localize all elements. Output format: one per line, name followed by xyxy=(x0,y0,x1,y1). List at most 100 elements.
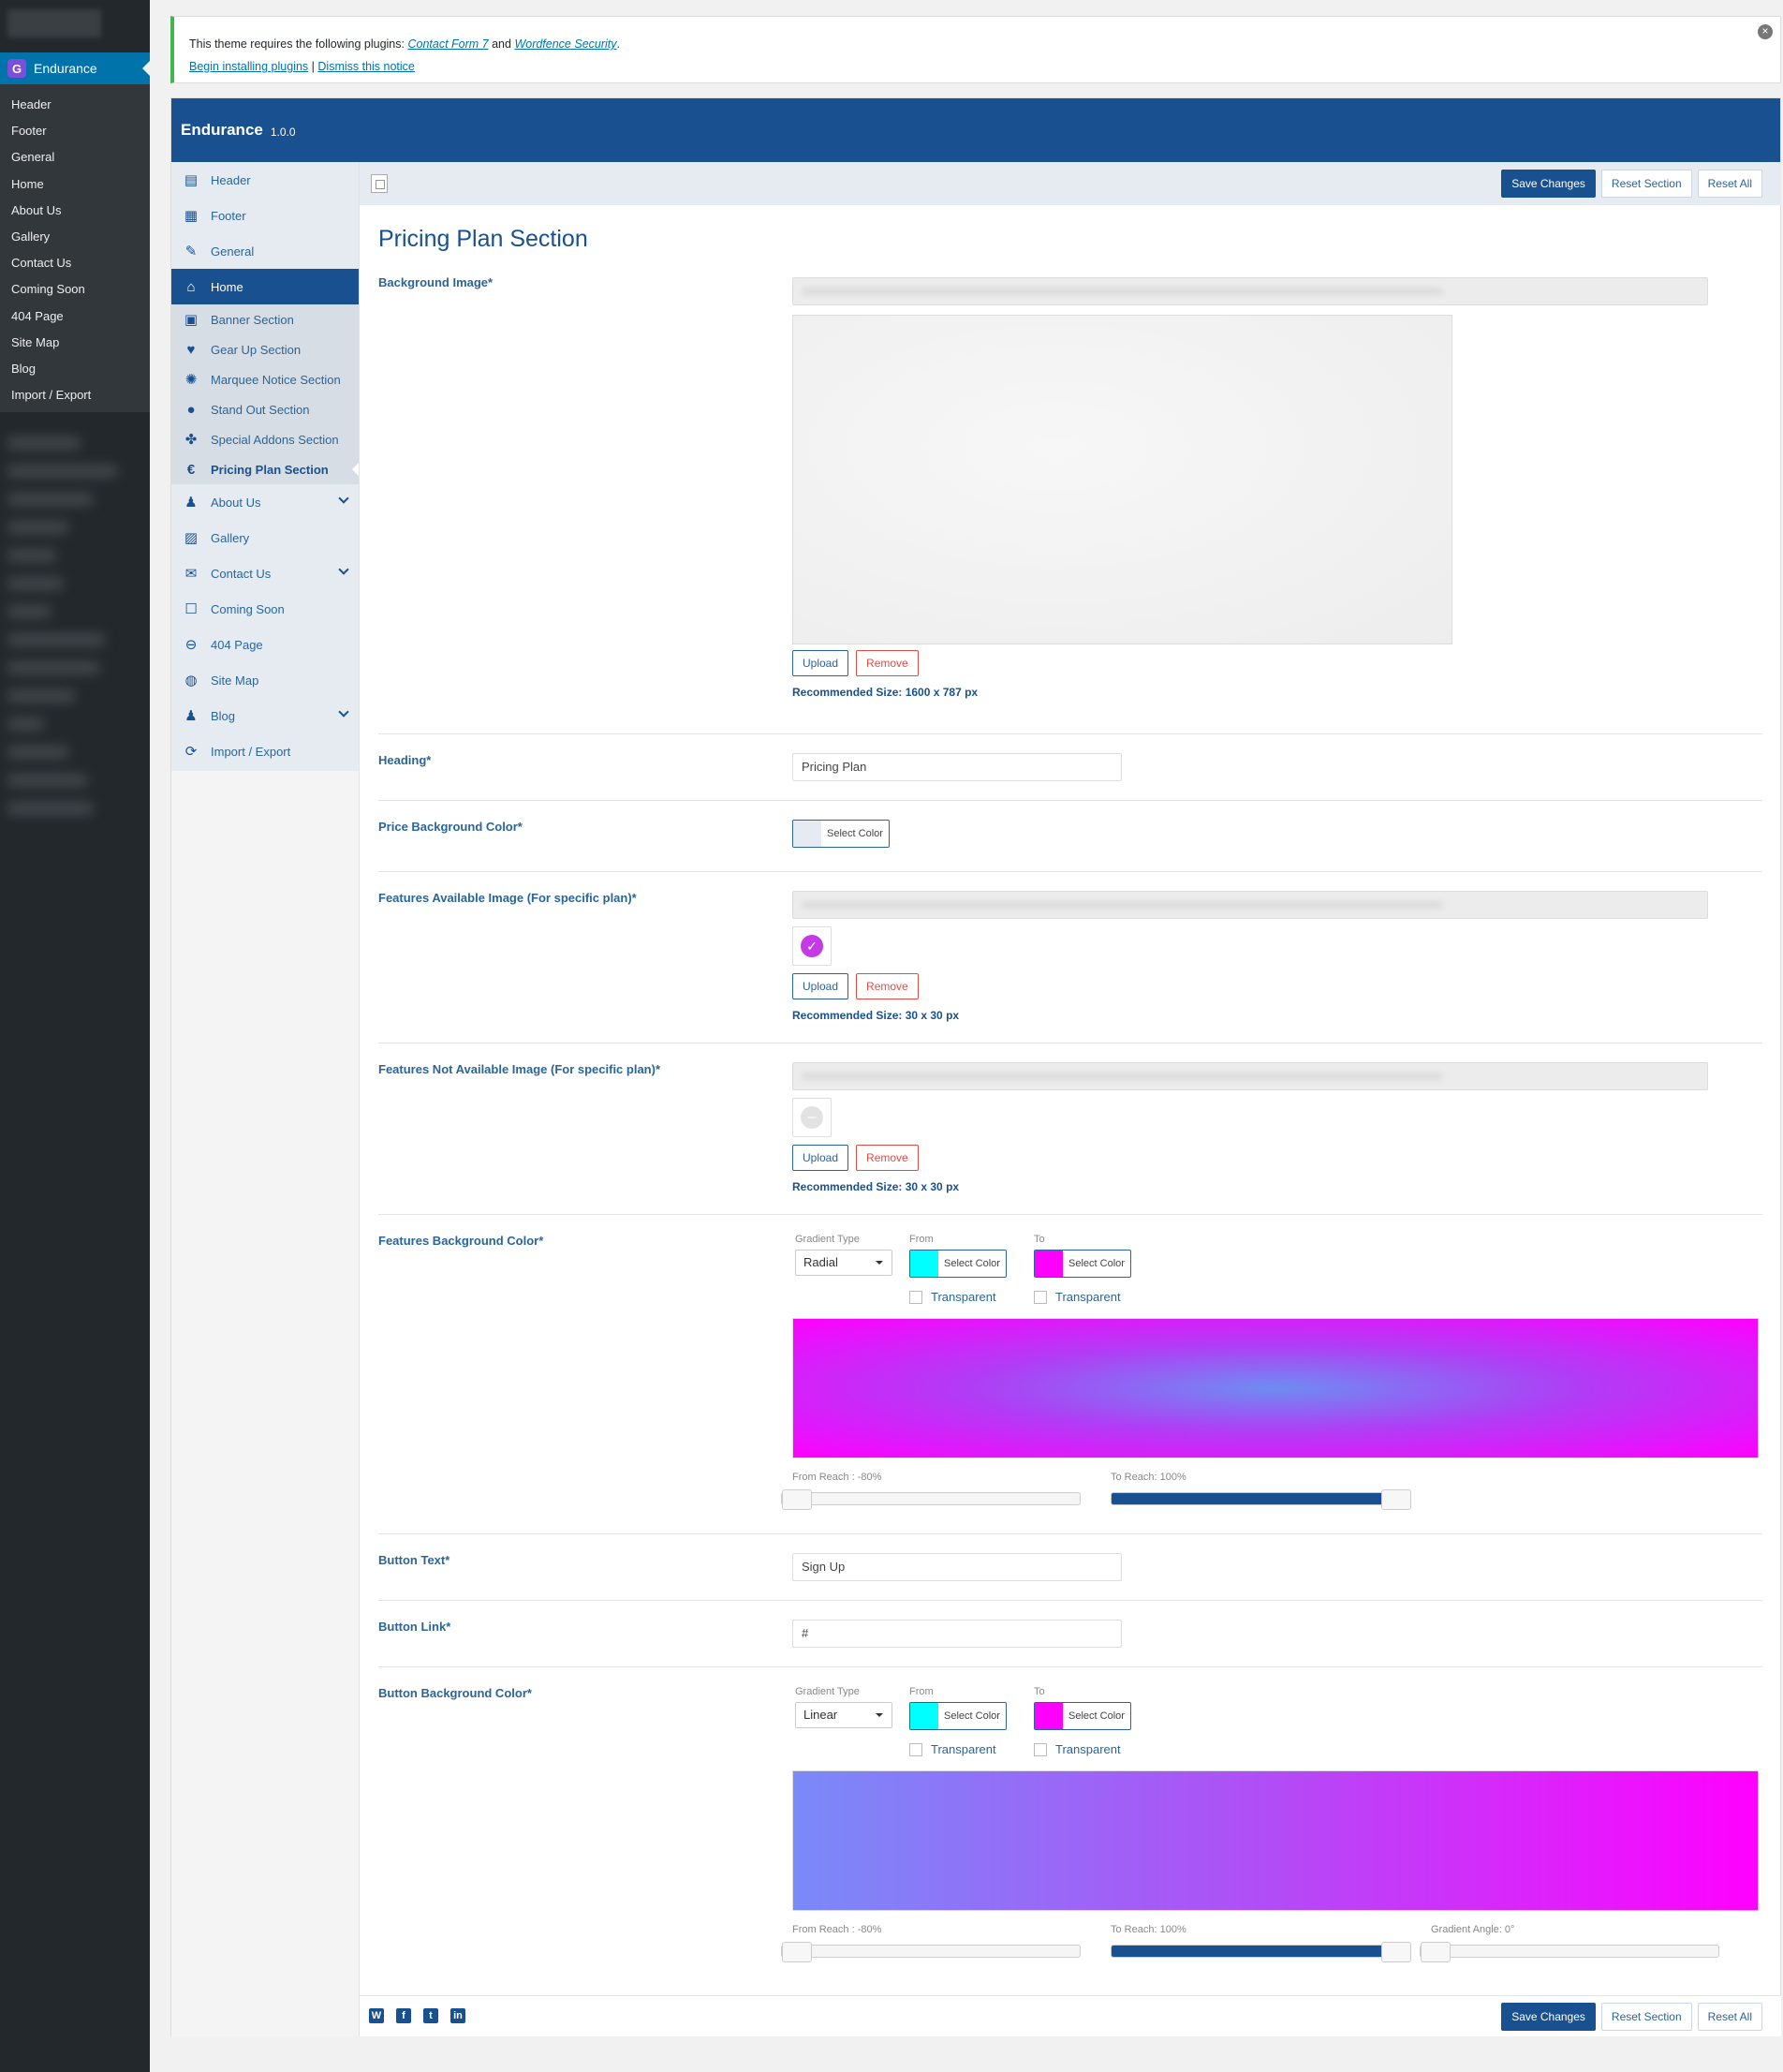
slider-handle[interactable] xyxy=(782,1941,812,1962)
from-reach-slider[interactable] xyxy=(781,1488,1081,1510)
field-label: Background Image* xyxy=(378,275,494,289)
dismiss-notice-link[interactable]: Dismiss this notice xyxy=(317,60,415,73)
nav-gallery[interactable]: ▨ Gallery xyxy=(171,520,359,555)
wp-sub-general[interactable]: General xyxy=(0,144,150,170)
to-label: To xyxy=(1034,1686,1045,1697)
reset-section-button[interactable]: Reset Section xyxy=(1600,170,1692,198)
wp-menu-endurance[interactable]: G Endurance xyxy=(0,52,150,84)
notice-plugin-link-wordfence[interactable]: Wordfence Security xyxy=(514,37,616,51)
heading-input[interactable]: Pricing Plan xyxy=(792,753,1122,781)
wp-sub-404[interactable]: 404 Page xyxy=(0,303,150,330)
gradient-type-select[interactable]: Radial xyxy=(795,1250,892,1276)
wp-sub-contact[interactable]: Contact Us xyxy=(0,250,150,276)
reset-all-button[interactable]: Reset All xyxy=(1697,170,1762,198)
to-reach-slider[interactable] xyxy=(1111,1488,1411,1510)
slider-handle[interactable] xyxy=(1381,1488,1411,1510)
gradient-type-group: Gradient Type Linear xyxy=(792,1686,909,1761)
nav-site-map[interactable]: ◍ Site Map xyxy=(171,662,359,698)
nav-contact-us[interactable]: ✉ Contact Us xyxy=(171,555,359,591)
to-color-button[interactable]: Select Color xyxy=(1034,1250,1131,1278)
remove-button[interactable]: Remove xyxy=(856,650,919,676)
to-transparent-checkbox[interactable]: Transparent xyxy=(1034,1742,1121,1756)
expand-toggle-icon[interactable] xyxy=(371,174,388,193)
nav-header[interactable]: ▤ Header xyxy=(171,162,359,198)
nav-label: Stand Out Section xyxy=(211,402,310,417)
from-transparent-checkbox[interactable]: Transparent xyxy=(909,1290,996,1304)
color-picker-button[interactable]: Select Color xyxy=(792,820,890,848)
wordpress-icon[interactable]: W xyxy=(369,2008,384,2023)
wp-sub-header[interactable]: Header xyxy=(0,92,150,118)
field-label: Button Text* xyxy=(378,1553,450,1567)
from-reach-slider[interactable] xyxy=(781,1941,1081,1962)
from-color-button[interactable]: Select Color xyxy=(909,1702,1007,1730)
twitter-icon[interactable]: t xyxy=(423,2008,438,2023)
facebook-icon[interactable]: f xyxy=(396,2008,411,2023)
gradient-angle-slider[interactable] xyxy=(1420,1941,1719,1962)
reset-section-button[interactable]: Reset Section xyxy=(1600,2002,1692,2031)
chevron-down-icon[interactable] xyxy=(338,706,349,718)
remove-button[interactable]: Remove xyxy=(856,1145,919,1171)
nav-home[interactable]: ⌂ Home xyxy=(171,269,359,304)
nav-coming-soon[interactable]: ☐ Coming Soon xyxy=(171,591,359,627)
wp-sub-blog[interactable]: Blog xyxy=(0,356,150,382)
reset-all-button[interactable]: Reset All xyxy=(1697,2002,1762,2031)
wp-sub-import-export[interactable]: Import / Export xyxy=(0,382,150,408)
nav-about-us[interactable]: ♟ About Us xyxy=(171,484,359,520)
image-url-field[interactable] xyxy=(792,277,1708,305)
transparent-label: Transparent xyxy=(931,1742,996,1756)
slider-handle[interactable] xyxy=(1421,1941,1451,1962)
notice-plugin-link-cf7[interactable]: Contact Form 7 xyxy=(407,37,488,51)
image-url-field[interactable] xyxy=(792,1062,1708,1090)
close-icon[interactable]: × xyxy=(1758,24,1773,39)
nav-label: Pricing Plan Section xyxy=(211,462,329,477)
nav-label: Site Map xyxy=(211,673,259,688)
nav-label: 404 Page xyxy=(211,637,263,652)
to-reach-label: To Reach: 100% xyxy=(1111,1924,1186,1935)
save-changes-button[interactable]: Save Changes xyxy=(1501,2002,1596,2031)
button-text-input[interactable]: Sign Up xyxy=(792,1553,1122,1581)
home-icon: ⌂ xyxy=(186,278,196,295)
to-color-button[interactable]: Select Color xyxy=(1034,1702,1131,1730)
linkedin-icon[interactable]: in xyxy=(450,2008,465,2023)
wp-sub-coming-soon[interactable]: Coming Soon xyxy=(0,276,150,303)
from-transparent-checkbox[interactable]: Transparent xyxy=(909,1742,996,1756)
wp-sub-sitemap[interactable]: Site Map xyxy=(0,330,150,356)
nav-footer[interactable]: ▦ Footer xyxy=(171,198,359,233)
upload-button[interactable]: Upload xyxy=(792,650,849,676)
chevron-down-icon[interactable] xyxy=(338,493,349,504)
slider-handle[interactable] xyxy=(1381,1941,1411,1962)
upload-button[interactable]: Upload xyxy=(792,1145,849,1171)
nav-pricing-plan-section[interactable]: € Pricing Plan Section xyxy=(171,454,359,484)
wp-sub-home[interactable]: Home xyxy=(0,171,150,198)
header-icon: ▤ xyxy=(184,172,199,188)
field-button-background-color: Button Background Color* Gradient Type L… xyxy=(378,1667,1762,1962)
save-changes-button[interactable]: Save Changes xyxy=(1501,170,1596,198)
nav-import-export[interactable]: ⟳ Import / Export xyxy=(171,733,359,769)
nav-stand-out-section[interactable]: ● Stand Out Section xyxy=(171,394,359,424)
nav-banner-section[interactable]: ▣ Banner Section xyxy=(171,304,359,334)
wp-admin-menu: G Endurance Header Footer General Home A… xyxy=(0,0,150,2072)
nav-general[interactable]: ✎ General xyxy=(171,233,359,269)
from-color-button[interactable]: Select Color xyxy=(909,1250,1007,1278)
nav-gear-up-section[interactable]: ♥ Gear Up Section xyxy=(171,334,359,364)
to-transparent-checkbox[interactable]: Transparent xyxy=(1034,1290,1121,1304)
wp-sub-gallery[interactable]: Gallery xyxy=(0,224,150,250)
nav-marquee-notice-section[interactable]: ✺ Marquee Notice Section xyxy=(171,364,359,394)
remove-button[interactable]: Remove xyxy=(856,973,919,999)
to-reach-slider[interactable] xyxy=(1111,1941,1411,1962)
wp-sub-about[interactable]: About Us xyxy=(0,198,150,224)
image-url-field[interactable] xyxy=(792,891,1708,919)
nav-label: General xyxy=(211,244,255,259)
begin-installing-link[interactable]: Begin installing plugins xyxy=(189,60,308,73)
slider-handle[interactable] xyxy=(782,1488,812,1510)
gradient-type-select[interactable]: Linear xyxy=(795,1702,892,1728)
nav-blog[interactable]: ♟ Blog xyxy=(171,698,359,733)
chevron-down-icon[interactable] xyxy=(338,564,349,575)
wp-sub-footer[interactable]: Footer xyxy=(0,118,150,144)
upload-button[interactable]: Upload xyxy=(792,973,849,999)
footer-icon: ▦ xyxy=(184,208,199,224)
button-link-input[interactable]: # xyxy=(792,1620,1122,1648)
nav-label: Home xyxy=(211,279,243,294)
nav-404-page[interactable]: ⊖ 404 Page xyxy=(171,627,359,662)
nav-special-addons-section[interactable]: ✤ Special Addons Section xyxy=(171,424,359,454)
